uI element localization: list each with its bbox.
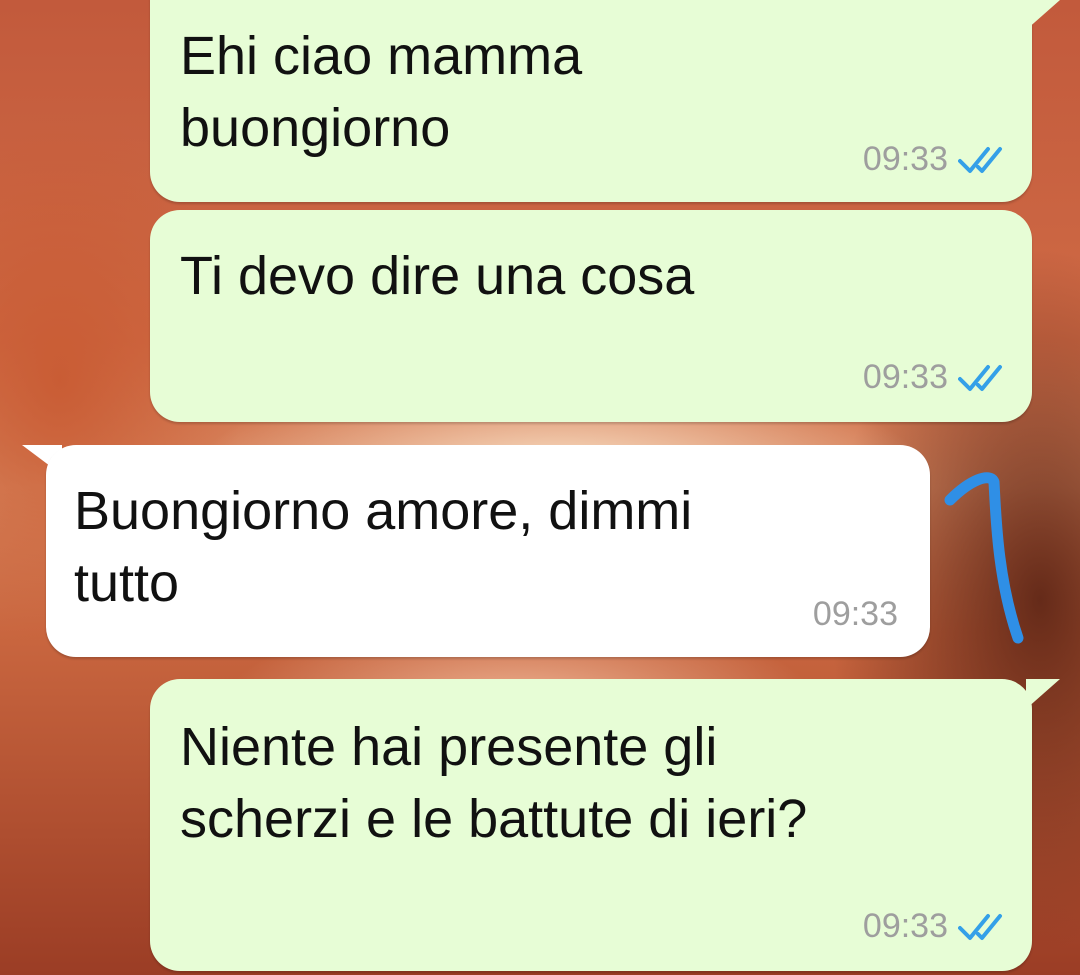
double-check-read-icon [958, 146, 1002, 173]
message-text: Niente hai presente gli scherzi e le bat… [180, 717, 808, 849]
message-bubble-outgoing[interactable]: Niente hai presente gli scherzi e le bat… [150, 679, 1032, 971]
message-text: Ti devo dire una cosa [180, 246, 695, 306]
message-meta: 09:33 [863, 140, 1004, 179]
message-text: Buongiorno amore, dimmi tutto [74, 481, 693, 613]
message-meta: 09:33 [813, 595, 898, 634]
chat-conversation: Ehi ciao mamma buongiorno 09:33 Ti devo … [0, 0, 1080, 975]
message-time: 09:33 [862, 140, 948, 178]
bubble-tail [1026, 0, 1060, 30]
double-check-read-icon [958, 364, 1002, 391]
message-bubble-incoming[interactable]: Buongiorno amore, dimmi tutto 09:33 [46, 445, 930, 657]
message-time: 09:33 [812, 595, 898, 633]
message-bubble-outgoing[interactable]: Ti devo dire una cosa 09:33 [150, 210, 1032, 422]
message-time: 09:33 [862, 907, 948, 945]
message-bubble-outgoing[interactable]: Ehi ciao mamma buongiorno 09:33 [150, 0, 1032, 202]
message-text: Ehi ciao mamma buongiorno [180, 26, 583, 158]
double-check-read-icon [958, 913, 1002, 940]
message-meta: 09:33 [863, 358, 1004, 397]
message-meta: 09:33 [863, 907, 1004, 946]
hand-drawn-arrow-annotation [944, 472, 1024, 644]
message-time: 09:33 [862, 358, 948, 396]
bubble-tail [1026, 679, 1060, 709]
